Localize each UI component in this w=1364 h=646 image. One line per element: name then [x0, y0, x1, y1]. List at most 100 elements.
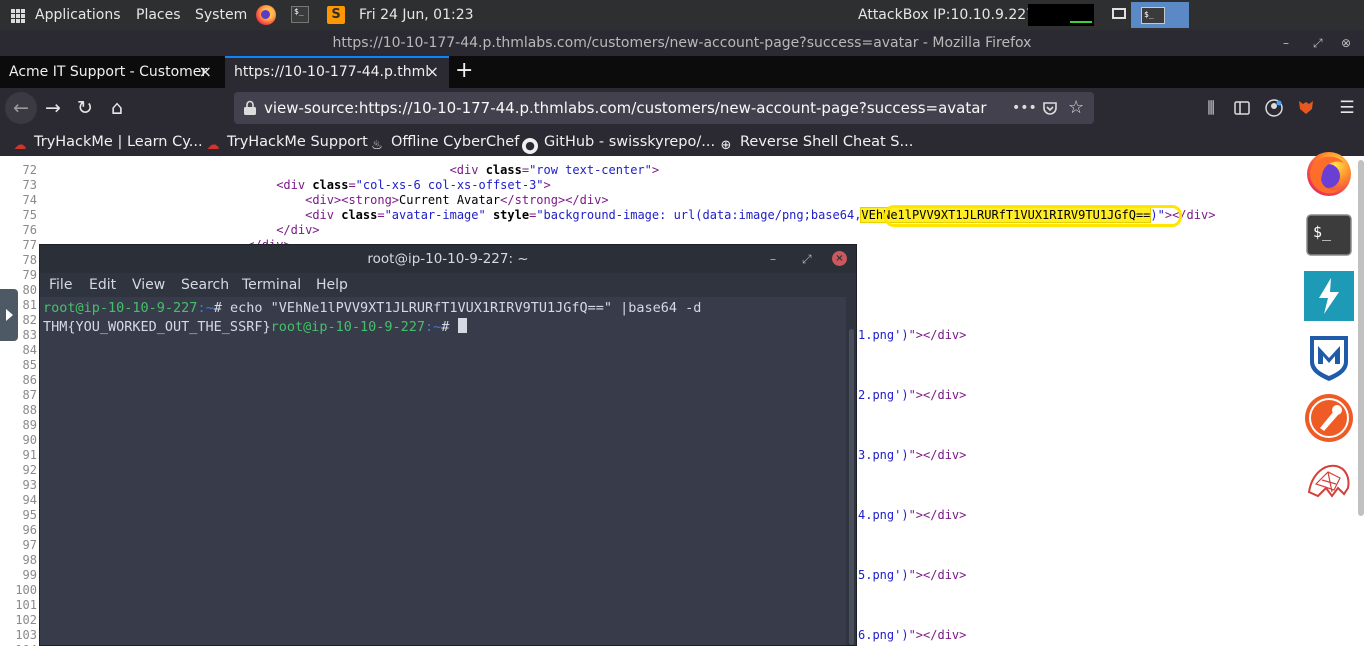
- panel-clock[interactable]: Fri 24 Jun, 01:23: [359, 0, 474, 30]
- line-number: 86: [22, 373, 37, 387]
- places-menu[interactable]: Places: [136, 0, 181, 30]
- window-title: https://10-10-177-44.p.thmlabs.com/custo…: [332, 35, 1032, 51]
- tryhackme-cloud-icon: ☁: [206, 138, 220, 153]
- source-code: <div class="col-xs-6 col-xs-offset-3">: [45, 178, 551, 193]
- source-fragment: 1.png')"></div>: [858, 328, 967, 342]
- terminal-titlebar[interactable]: root@ip-10-10-9-227: ~ – ⤢ ×: [40, 245, 856, 273]
- back-button[interactable]: ←: [5, 92, 37, 124]
- firefox-launcher-icon[interactable]: [256, 5, 276, 25]
- tab-close-icon[interactable]: ×: [199, 56, 212, 88]
- burp-suite-icon[interactable]: [1304, 271, 1354, 321]
- decoded-flag: THM{YOU_WORKED_OUT_THE_SSRF}: [43, 319, 271, 335]
- terminal-menu-help[interactable]: Help: [316, 273, 348, 297]
- page-info-icon[interactable]: [243, 100, 257, 116]
- prompt-symbol: #: [213, 300, 230, 316]
- source-code: <div class="avatar-image" style="backgro…: [45, 207, 1216, 223]
- forward-button[interactable]: →: [37, 92, 69, 124]
- terminal-menubar: File Edit View Search Terminal Help: [40, 273, 856, 297]
- system-menu[interactable]: System: [195, 0, 247, 30]
- bookmark-star-icon[interactable]: ☆: [1068, 92, 1084, 124]
- code-token: class: [485, 163, 522, 177]
- dock-toggle[interactable]: [0, 289, 18, 341]
- terminal-minimize-button[interactable]: –: [770, 245, 776, 273]
- rubymine-icon[interactable]: [1304, 454, 1354, 504]
- line-number: 102: [15, 613, 37, 627]
- bookmark-github-swisskyrepo[interactable]: ● GitHub - swisskyrepo/...: [522, 128, 715, 156]
- terminal-output[interactable]: root@ip-10-10-9-227:~# echo "VEhNe1lPVV9…: [40, 297, 846, 645]
- prompt-path: :~: [425, 319, 442, 335]
- sidebar-icon[interactable]: [1234, 100, 1250, 116]
- terminal-menu-file[interactable]: File: [49, 273, 72, 297]
- firefox-icon[interactable]: [1304, 149, 1354, 199]
- reload-button[interactable]: ↻: [69, 92, 101, 124]
- globe-icon: ⊕: [720, 138, 732, 153]
- terminal-window[interactable]: root@ip-10-10-9-227: ~ – ⤢ × File Edit V…: [39, 244, 857, 646]
- foxyproxy-icon[interactable]: [1297, 98, 1315, 116]
- window-close-button[interactable]: ⊗: [1341, 30, 1351, 56]
- attackbox-ip: AttackBox IP:10.10.9.227: [858, 7, 1036, 23]
- account-icon[interactable]: [1265, 99, 1283, 117]
- terminal-command-line: root@ip-10-10-9-227:~# echo "VEhNe1lPVV9…: [43, 299, 846, 318]
- terminal-maximize-button[interactable]: ⤢: [802, 245, 812, 273]
- code-token: =: [348, 178, 356, 192]
- terminal-close-button[interactable]: ×: [832, 251, 847, 266]
- code-token: )": [1150, 208, 1165, 222]
- terminal-menu-search[interactable]: Search: [181, 273, 229, 297]
- line-number: 101: [15, 598, 37, 612]
- source-fragment: 6.png')"></div>: [858, 628, 967, 642]
- taskbar-terminal-window[interactable]: $_: [1131, 2, 1189, 28]
- line-number: 93: [22, 478, 37, 492]
- pocket-icon[interactable]: [1042, 100, 1058, 116]
- prompt-symbol: #: [441, 319, 458, 335]
- terminal-menu-terminal[interactable]: Terminal: [242, 273, 301, 297]
- line-number: 74: [22, 193, 37, 207]
- chef-hat-icon: ♨: [371, 138, 383, 153]
- terminal-scrollbar[interactable]: [846, 297, 856, 645]
- terminal-icon[interactable]: $_: [1304, 210, 1354, 260]
- home-button[interactable]: ⌂: [101, 92, 133, 124]
- page-scrollbar[interactable]: [1358, 160, 1364, 516]
- url-text[interactable]: view-source:https://10-10-177-44.p.thmla…: [264, 92, 987, 124]
- open-menu-button[interactable]: ☰: [1331, 92, 1363, 124]
- line-number: 75: [22, 208, 37, 222]
- source-code: <div class="row text-center">: [45, 163, 660, 178]
- source-code: </div>: [45, 223, 320, 238]
- postman-icon[interactable]: [1304, 393, 1354, 443]
- code-token: "col-xs-6 col-xs-offset-3": [355, 178, 544, 192]
- sublime-text-launcher-icon[interactable]: S: [327, 6, 345, 24]
- tab-acme-it-support[interactable]: Acme IT Support - Customer ×: [0, 56, 222, 88]
- window-maximize-button[interactable]: ⤢: [1313, 30, 1323, 56]
- tab-view-source[interactable]: https://10-10-177-44.p.thml ×: [225, 56, 449, 88]
- bookmark-reverse-shell-cheat-sheet[interactable]: ⊕ Reverse Shell Cheat S...: [718, 128, 914, 156]
- line-number: 100: [15, 583, 37, 597]
- code-token: "row text-center": [529, 163, 652, 177]
- line-number: 95: [22, 508, 37, 522]
- bookmark-offline-cyberchef[interactable]: ♨ Offline CyberChef: [369, 128, 519, 156]
- code-token: =: [377, 208, 385, 222]
- new-tab-button[interactable]: +: [455, 56, 473, 88]
- terminal-menu-view[interactable]: View: [132, 273, 165, 297]
- terminal-menu-edit[interactable]: Edit: [89, 273, 116, 297]
- code-token: >: [651, 163, 660, 177]
- line-number: 76: [22, 223, 37, 237]
- line-number: 84: [22, 343, 37, 357]
- library-icon[interactable]: ⫼: [1195, 92, 1227, 124]
- code-token: ></div>: [1164, 208, 1216, 222]
- prompt-user: root@ip-10-10-9-227: [270, 319, 426, 335]
- metasploit-icon[interactable]: [1304, 332, 1354, 382]
- tab-close-icon[interactable]: ×: [426, 58, 439, 86]
- applications-grid-icon: [11, 9, 25, 23]
- show-desktop-icon[interactable]: [1112, 8, 1126, 19]
- top-panel: Applications Places System $_ S Fri 24 J…: [0, 0, 1364, 30]
- terminal-launcher-icon[interactable]: $_: [291, 6, 309, 23]
- source-code: <div><strong>Current Avatar</strong></di…: [45, 193, 608, 208]
- bookmark-tryhackme-support[interactable]: ☁ TryHackMe Support: [205, 128, 368, 156]
- bookmark-tryhackme[interactable]: ☁ TryHackMe | Learn Cy...: [12, 128, 203, 156]
- code-token: <div><strong>: [305, 193, 400, 207]
- address-bar[interactable]: view-source:https://10-10-177-44.p.thmla…: [234, 92, 1094, 124]
- applications-menu[interactable]: Applications: [35, 0, 121, 30]
- code-token: </div>: [276, 223, 320, 237]
- page-actions-icon[interactable]: •••: [1012, 92, 1037, 124]
- window-minimize-button[interactable]: –: [1283, 30, 1289, 56]
- navigation-toolbar: ← → ↻ ⌂ view-source:https://10-10-177-44…: [0, 88, 1364, 128]
